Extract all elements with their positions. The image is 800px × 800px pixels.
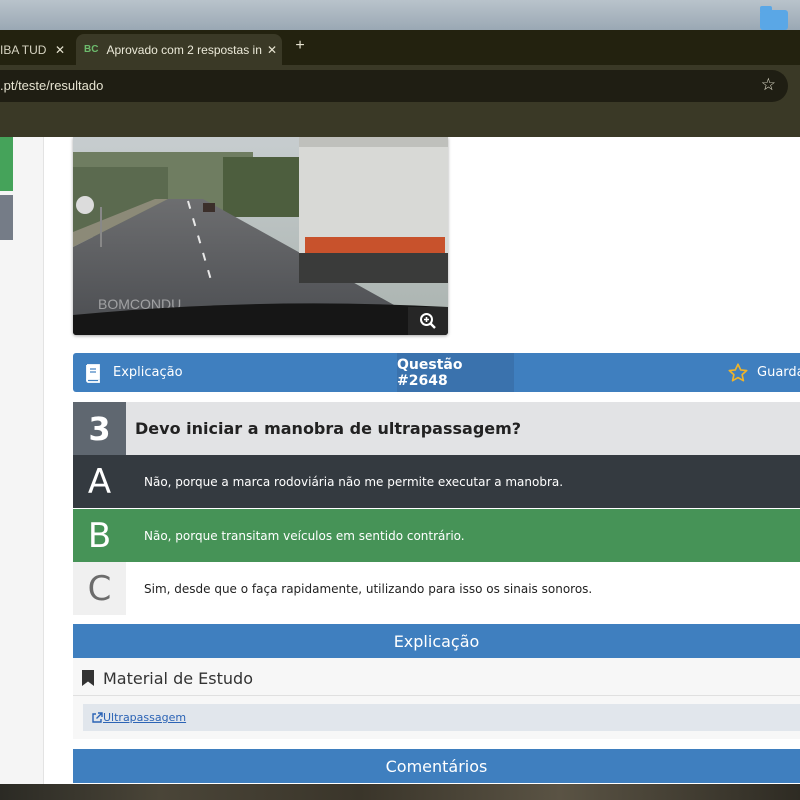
sidebar-tab-gray[interactable] [0,195,13,240]
explanation-header: Explicação [73,624,800,658]
folder-icon[interactable] [760,6,788,30]
study-material-title: Material de Estudo [81,666,253,690]
study-material-box: Material de Estudo Ultrapassagem [73,658,800,739]
save-button[interactable]: Guarda [727,353,800,392]
star-icon[interactable]: ☆ [761,75,776,95]
answer-letter: A [87,461,112,502]
plus-icon[interactable]: + [292,37,308,55]
study-link[interactable]: Ultrapassagem [103,711,186,724]
study-link-row: Ultrapassagem [83,704,800,731]
question-id: Questão #2648 [397,353,514,392]
web-page: 08-0 BOMCONDU Explicação Ques [0,137,800,784]
star-outline-icon [728,362,748,382]
url-text: .pt/teste/resultado [0,78,104,93]
browser-window: IBA TUD ✕ BC Aprovado com 2 respostas in… [0,30,800,137]
book-icon [86,363,100,383]
explain-button[interactable]: Explicação [83,353,183,392]
external-link-icon [92,711,103,723]
bookmark-icon [82,670,94,686]
close-icon[interactable]: ✕ [50,43,70,57]
answer-letter: C [73,562,126,615]
explain-label: Explicação [113,365,183,380]
save-label: Guarda [757,365,800,380]
favicon: BC [84,44,99,55]
tab-title: Aprovado com 2 respostas in [106,42,262,57]
sidebar-tab-green[interactable] [0,137,13,191]
answer-letter: B [87,515,112,556]
zoom-button[interactable] [408,307,448,335]
answer-text: Não, porque transitam veículos em sentid… [144,528,465,543]
question-photo: 08-0 BOMCONDU [73,137,448,335]
close-icon[interactable]: ✕ [262,43,282,57]
desktop-wallpaper [0,0,800,30]
tab-active[interactable]: BC Aprovado com 2 respostas in ✕ [76,34,282,65]
tab-strip: IBA TUD ✕ BC Aprovado com 2 respostas in… [0,30,800,65]
question-info-bar: Explicação Questão #2648 Guarda [73,353,800,392]
road-scene-image: 08-0 BOMCONDU [73,137,448,335]
tab-inactive[interactable]: IBA TUD ✕ [0,34,70,65]
tab-title: IBA TUD [0,42,47,57]
address-bar[interactable]: .pt/teste/resultado ☆ [0,70,788,102]
answer-option-a[interactable]: A Não, porque a marca rodoviária não me … [73,455,800,508]
desktop-wallpaper-bottom [0,784,800,800]
question-number: 3 [73,402,126,455]
question-row: 3 Devo iniciar a manobra de ultrapassage… [73,402,800,455]
browser-toolbar: .pt/teste/resultado ☆ [0,65,800,103]
answer-option-c[interactable]: C Sim, desde que o faça rapidamente, uti… [73,562,800,615]
answer-text: Não, porque a marca rodoviária não me pe… [144,474,564,489]
answer-option-b[interactable]: B Não, porque transitam veículos em sent… [73,509,800,562]
question-text: Devo iniciar a manobra de ultrapassagem? [135,419,522,438]
comments-header: Comentários [73,749,800,783]
zoom-icon [420,313,436,329]
divider [73,695,800,696]
answer-text: Sim, desde que o faça rapidamente, utili… [144,581,593,596]
left-sidebar [0,137,44,784]
bookmarks-bar [0,103,800,137]
study-material-label: Material de Estudo [103,668,253,688]
